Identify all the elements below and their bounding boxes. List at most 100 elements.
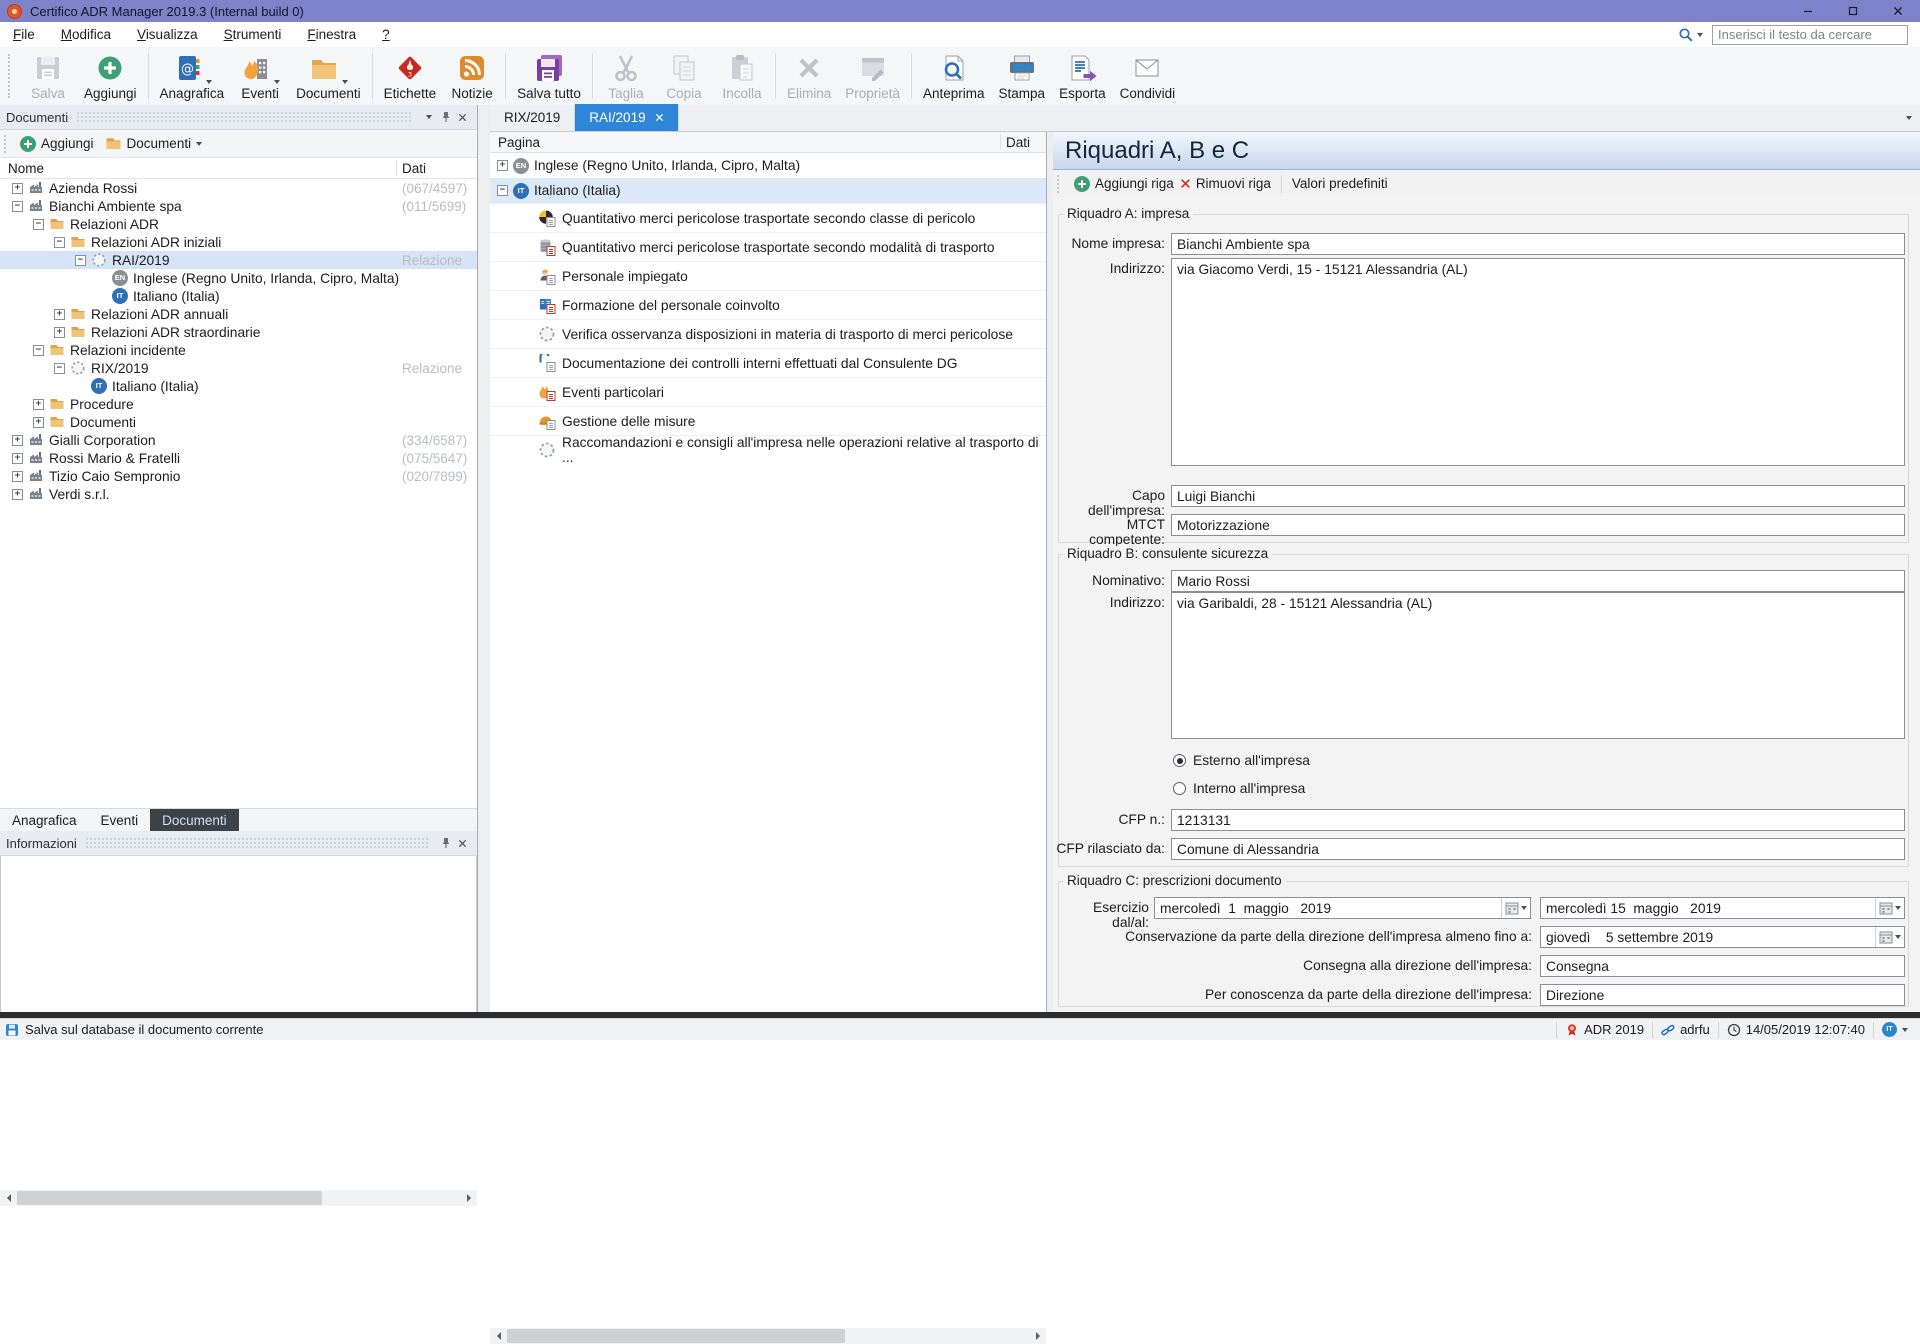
tree-row[interactable]: +Gialli Corporation(334/6587) <box>0 431 477 449</box>
stampa-button[interactable]: Stampa <box>992 50 1053 103</box>
calendar-button[interactable] <box>1875 898 1904 918</box>
scroll-right-arrow[interactable] <box>460 1190 477 1206</box>
cfp-field[interactable]: 1213131 <box>1171 809 1905 831</box>
expander-icon[interactable]: + <box>497 160 508 171</box>
expander-icon[interactable]: − <box>54 363 65 374</box>
documents-dropdown[interactable]: Documenti <box>105 135 203 152</box>
expander-icon[interactable]: + <box>12 435 23 446</box>
page-row[interactable]: Formazione del personale coinvolto <box>490 290 1046 319</box>
pin-icon[interactable] <box>437 109 454 126</box>
pin-icon[interactable] <box>437 835 454 852</box>
calendar-button[interactable] <box>1501 898 1530 918</box>
expander-icon[interactable]: − <box>497 185 508 196</box>
anteprima-button[interactable]: Anteprima <box>916 50 992 103</box>
close-tab-icon[interactable] <box>655 113 664 122</box>
tree-row[interactable]: −Relazioni incidente <box>0 341 477 359</box>
page-row[interactable]: Quantitativo merci pericolose trasportat… <box>490 203 1046 232</box>
page-row[interactable]: Personale impiegato <box>490 261 1046 290</box>
tree-row[interactable]: +Relazioni ADR annuali <box>0 305 477 323</box>
chevron-down-icon[interactable] <box>274 80 280 84</box>
language-row-selected[interactable]: − IT Italiano (Italia) <box>490 178 1046 203</box>
panel-menu-button[interactable] <box>420 109 437 126</box>
tree-row[interactable]: −RIX/2019Relazione <box>0 359 477 377</box>
indirizzo-a-field[interactable]: via Giacomo Verdi, 15 - 15121 Alessandri… <box>1171 258 1905 466</box>
expander-icon[interactable]: + <box>12 453 23 464</box>
scrollbar-thumb[interactable] <box>17 1191 322 1205</box>
tree-row[interactable]: −Bianchi Ambiente spa(011/5699) <box>0 197 477 215</box>
tree-row[interactable]: ITItaliano (Italia) <box>0 287 477 305</box>
language-row[interactable]: + EN Inglese (Regno Unito, Irlanda, Cipr… <box>490 153 1046 178</box>
proprieta-button[interactable]: Proprietà <box>838 50 907 103</box>
page-row[interactable]: Eventi particolari <box>490 377 1046 406</box>
add-row-button[interactable]: Aggiungi riga <box>1074 176 1174 192</box>
copia-button[interactable]: Copia <box>655 50 713 103</box>
date-from-field[interactable]: mercoledì 1 maggio 2019 <box>1154 897 1531 919</box>
expander-icon[interactable]: + <box>54 327 65 338</box>
tree-row[interactable]: ENInglese (Regno Unito, Irlanda, Cipro, … <box>0 269 477 287</box>
save-button[interactable]: Salva <box>19 50 77 103</box>
radio-interno[interactable]: Interno all'impresa <box>1173 781 1305 796</box>
page-row[interactable]: Quantitativo merci pericolose trasportat… <box>490 232 1046 261</box>
taglia-button[interactable]: Taglia <box>597 50 655 103</box>
panel-splitter[interactable] <box>478 105 490 1012</box>
chevron-down-icon[interactable] <box>206 80 212 84</box>
elimina-button[interactable]: Elimina <box>780 50 838 103</box>
tree-row[interactable]: +Documenti <box>0 413 477 431</box>
page-row[interactable]: Raccomandazioni e consigli all'impresa n… <box>490 435 1046 464</box>
salva-tutto-button[interactable]: Salva tutto <box>510 50 588 103</box>
search-input[interactable] <box>1712 25 1908 45</box>
page-row[interactable]: Documentazione dei controlli interni eff… <box>490 348 1046 377</box>
tree-row[interactable]: +Relazioni ADR straordinarie <box>0 323 477 341</box>
expander-icon[interactable]: − <box>12 201 23 212</box>
tree-row[interactable]: −Relazioni ADR <box>0 215 477 233</box>
chevron-down-icon[interactable] <box>342 80 348 84</box>
tree-header[interactable]: Nome Dati <box>0 158 477 179</box>
anagrafica-button[interactable]: Anagrafica <box>153 50 232 103</box>
tree-row-selected[interactable]: −RAI/2019Relazione <box>0 251 477 269</box>
documenti-button[interactable]: Documenti <box>289 50 368 103</box>
tree-row[interactable]: −Relazioni ADR iniziali <box>0 233 477 251</box>
pages-header[interactable]: Pagina Dati <box>490 132 1046 153</box>
date-to-field[interactable]: mercoledì 15 maggio 2019 <box>1540 897 1905 919</box>
eventi-button[interactable]: Eventi <box>231 50 289 103</box>
expander-icon[interactable]: + <box>12 471 23 482</box>
expander-icon[interactable]: + <box>33 417 44 428</box>
column-nome[interactable]: Nome <box>0 161 44 176</box>
close-icon[interactable] <box>454 109 471 126</box>
conoscenza-field[interactable]: Direzione <box>1540 984 1905 1006</box>
pages-horizontal-scrollbar[interactable] <box>490 1328 1046 1344</box>
tab-rix-2019[interactable]: RIX/2019 <box>490 104 575 131</box>
radio-esterno[interactable]: Esterno all'impresa <box>1173 753 1310 768</box>
tree-row[interactable]: +Tizio Caio Sempronio(020/7899) <box>0 467 477 485</box>
nome-impresa-field[interactable]: Bianchi Ambiente spa <box>1171 233 1905 255</box>
add-button[interactable]: Aggiungi <box>77 50 144 103</box>
indirizzo-b-field[interactable]: via Garibaldi, 28 - 15121 Alessandria (A… <box>1171 592 1905 739</box>
column-pagina[interactable]: Pagina <box>490 135 540 150</box>
menu-modifica[interactable]: Modifica <box>48 22 124 47</box>
menu-visualizza[interactable]: Visualizza <box>124 22 211 47</box>
menu-file[interactable]: File <box>0 22 48 47</box>
maximize-button[interactable] <box>1830 0 1875 22</box>
close-button[interactable] <box>1875 0 1920 22</box>
adr-version-indicator[interactable]: ADR 2019 <box>1556 1022 1652 1038</box>
column-dati[interactable]: Dati <box>1006 135 1030 150</box>
tab-rai-2019[interactable]: RAI/2019 <box>575 104 678 131</box>
tab-overflow-button[interactable] <box>1906 116 1912 120</box>
condividi-button[interactable]: Condividi <box>1113 50 1183 103</box>
close-icon[interactable] <box>454 835 471 852</box>
expander-icon[interactable]: + <box>33 399 44 410</box>
calendar-button[interactable] <box>1875 927 1904 947</box>
consegna-field[interactable]: Consegna <box>1540 955 1905 977</box>
mtct-field[interactable]: Motorizzazione <box>1171 514 1905 536</box>
tree-row[interactable]: +Procedure <box>0 395 477 413</box>
column-dati[interactable]: Dati <box>402 161 426 176</box>
add-document-button[interactable]: Aggiungi <box>20 136 94 152</box>
notizie-button[interactable]: Notizie <box>443 50 501 103</box>
conservazione-field[interactable]: giovedì 5 settembre 2019 <box>1540 926 1905 948</box>
nominativo-field[interactable]: Mario Rossi <box>1171 570 1905 592</box>
capo-impresa-field[interactable]: Luigi Bianchi <box>1171 485 1905 507</box>
tree-horizontal-scrollbar[interactable] <box>0 1190 477 1206</box>
toolbar-grip[interactable] <box>4 135 10 153</box>
tree-row[interactable]: +Azienda Rossi(067/4597) <box>0 179 477 197</box>
esporta-button[interactable]: Esporta <box>1052 50 1113 103</box>
